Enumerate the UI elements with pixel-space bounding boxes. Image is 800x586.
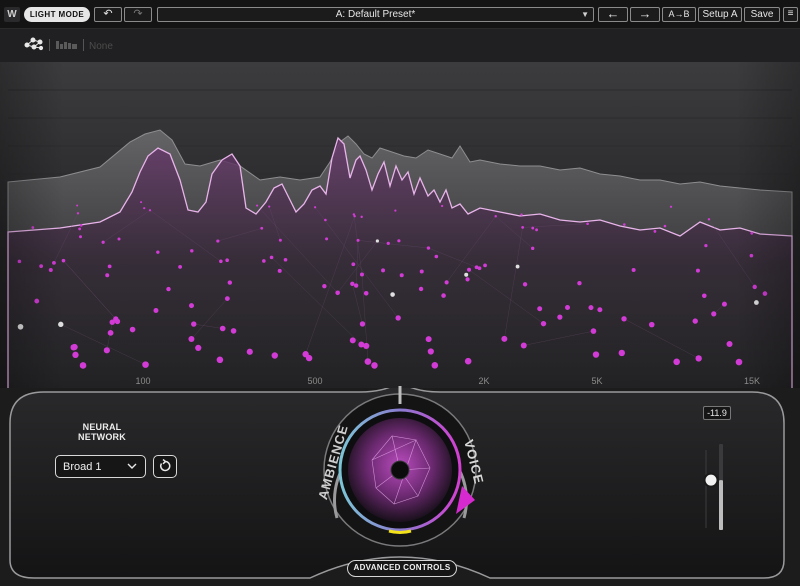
output-gain-fader[interactable] xyxy=(700,440,734,536)
knob-area: AMBIENCE VOICE xyxy=(0,0,800,586)
fader-handle[interactable] xyxy=(703,472,719,488)
output-gain-readout[interactable]: -11.9 xyxy=(703,406,731,420)
fader-level xyxy=(719,480,723,530)
ambience-voice-knob[interactable] xyxy=(0,0,800,586)
advanced-controls-button[interactable]: ADVANCED CONTROLS xyxy=(347,560,457,577)
